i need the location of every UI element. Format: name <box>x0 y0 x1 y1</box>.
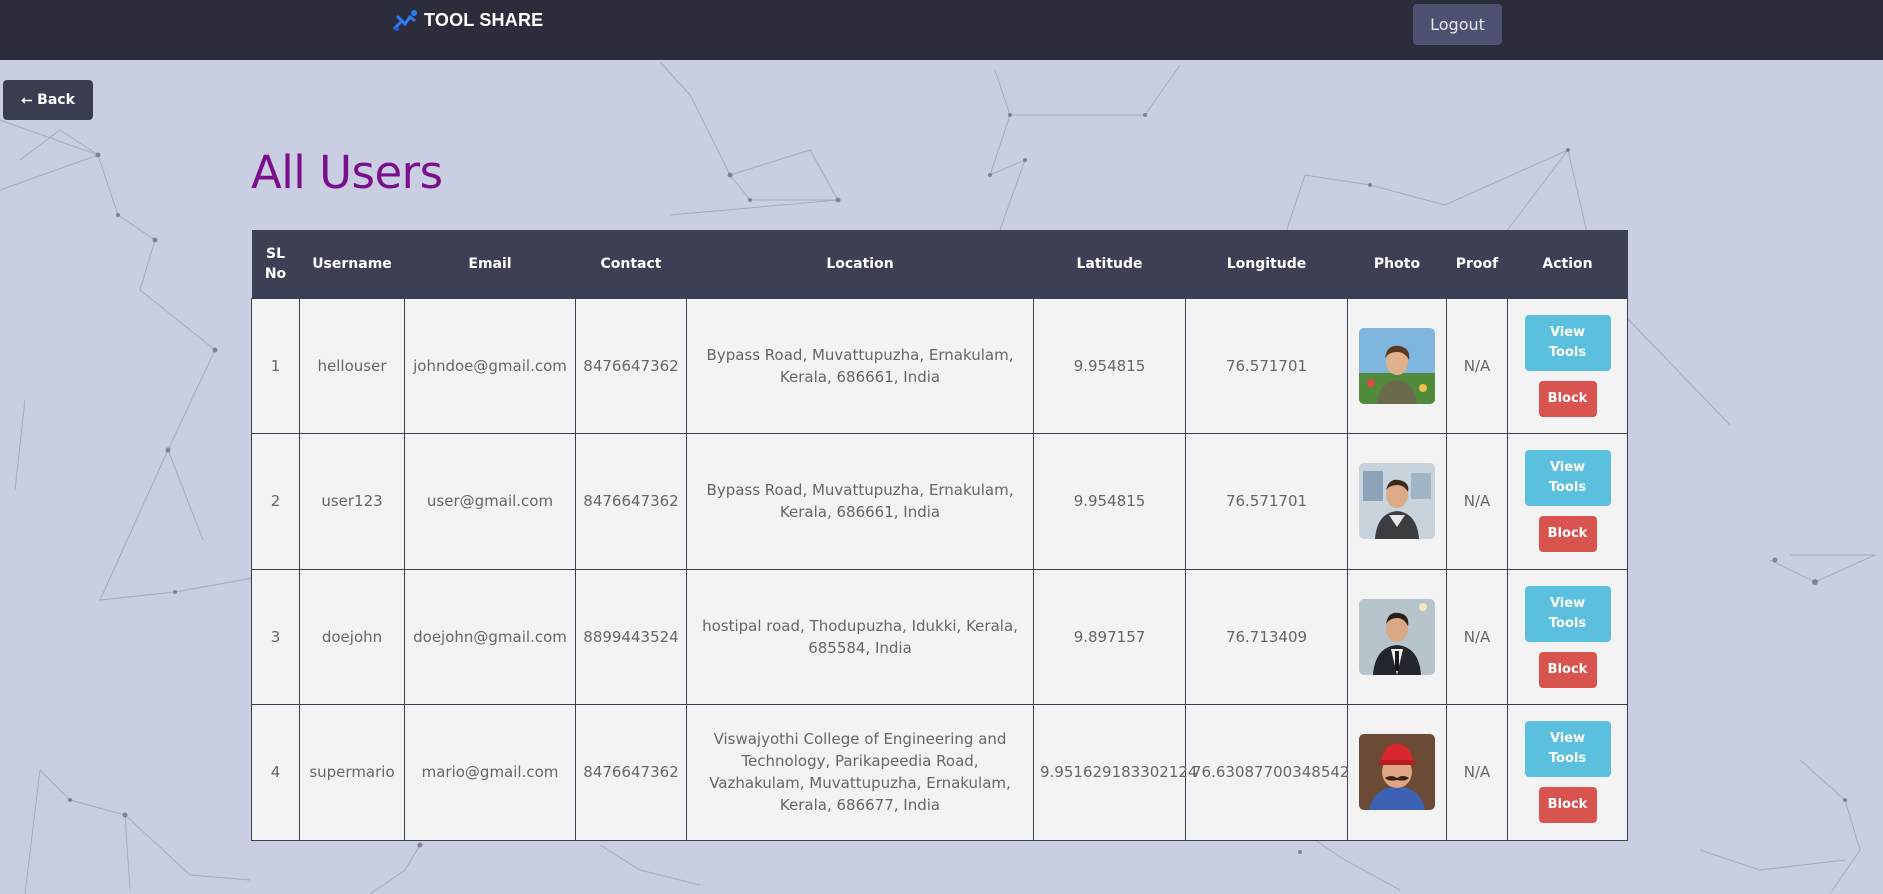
cell-longitude: 76.713409 <box>1185 568 1348 705</box>
block-button[interactable]: Block <box>1538 651 1597 688</box>
cell-photo <box>1347 297 1447 434</box>
cell-email: user@gmail.com <box>404 433 576 570</box>
table-row: 2 user123 user@gmail.com 8476647362 Bypa… <box>251 433 1628 570</box>
cell-proof: N/A <box>1446 704 1508 841</box>
cell-sl-no: 3 <box>251 568 300 705</box>
cell-proof: N/A <box>1446 433 1508 570</box>
logout-button[interactable]: Logout <box>1413 4 1502 45</box>
cell-longitude: 76.571701 <box>1185 297 1348 434</box>
cell-location: Bypass Road, Muvattupuzha, Ernakulam, Ke… <box>686 297 1034 434</box>
cell-latitude: 9.954815 <box>1033 433 1186 570</box>
user-photo[interactable] <box>1359 327 1435 404</box>
view-tools-button[interactable]: View Tools <box>1524 721 1611 778</box>
user-photo[interactable] <box>1359 463 1435 540</box>
cell-email: johndoe@gmail.com <box>404 297 576 434</box>
cell-contact: 8476647362 <box>575 433 687 570</box>
table-row: 3 doejohn doejohn@gmail.com 8899443524 h… <box>251 568 1628 705</box>
cell-email: mario@gmail.com <box>404 704 576 841</box>
cell-sl-no: 2 <box>251 433 300 570</box>
cell-location: Viswajyothi College of Engineering and T… <box>686 704 1034 841</box>
tool-share-logo-icon <box>393 10 417 31</box>
view-tools-button[interactable]: View Tools <box>1524 314 1611 371</box>
cell-longitude: 76.63087700348542 <box>1185 704 1349 841</box>
users-table: SL No Username Email Contact Location La… <box>251 230 1628 841</box>
cell-latitude: 9.954815 <box>1033 297 1186 434</box>
header-latitude: Latitude <box>1033 230 1186 298</box>
cell-photo <box>1347 433 1447 570</box>
header-username: Username <box>299 230 405 298</box>
cell-proof: N/A <box>1446 568 1508 705</box>
header-action: Action <box>1507 230 1628 298</box>
cell-username: supermario <box>299 704 405 841</box>
back-button[interactable]: ⭠ Back <box>3 80 93 120</box>
header-photo: Photo <box>1347 230 1447 298</box>
header-longitude: Longitude <box>1185 230 1348 298</box>
user-photo[interactable] <box>1359 598 1435 675</box>
cell-action: View Tools Block <box>1507 568 1628 705</box>
cell-contact: 8899443524 <box>575 568 687 705</box>
cell-location: hostipal road, Thodupuzha, Idukki, Keral… <box>686 568 1034 705</box>
header-sl-no: SL No <box>251 230 300 298</box>
table-row: 1 hellouser johndoe@gmail.com 8476647362… <box>251 297 1628 434</box>
cell-action: View Tools Block <box>1507 433 1628 570</box>
top-navbar: TOOL SHARE Logout <box>0 0 1883 60</box>
user-photo[interactable] <box>1359 734 1435 811</box>
block-button[interactable]: Block <box>1538 380 1597 417</box>
cell-latitude: 9.897157 <box>1033 568 1186 705</box>
cell-username: doejohn <box>299 568 405 705</box>
page-title: All Users <box>251 146 443 199</box>
cell-photo <box>1347 704 1447 841</box>
cell-proof: N/A <box>1446 297 1508 434</box>
view-tools-button[interactable]: View Tools <box>1524 585 1611 642</box>
cell-username: user123 <box>299 433 405 570</box>
cell-photo <box>1347 568 1447 705</box>
block-button[interactable]: Block <box>1538 787 1597 824</box>
cell-action: View Tools Block <box>1507 297 1628 434</box>
table-header-row: SL No Username Email Contact Location La… <box>251 230 1628 298</box>
brand-logo[interactable]: TOOL SHARE <box>392 7 543 33</box>
cell-location: Bypass Road, Muvattupuzha, Ernakulam, Ke… <box>686 433 1034 570</box>
header-contact: Contact <box>575 230 687 298</box>
brand-name: TOOL SHARE <box>424 9 544 30</box>
cell-sl-no: 4 <box>251 704 300 841</box>
table-row: 4 supermario mario@gmail.com 8476647362 … <box>251 704 1628 841</box>
cell-contact: 8476647362 <box>575 704 687 841</box>
header-proof: Proof <box>1446 230 1508 298</box>
cell-email: doejohn@gmail.com <box>404 568 576 705</box>
cell-latitude: 9.951629183302124 <box>1033 704 1197 841</box>
cell-sl-no: 1 <box>251 297 300 434</box>
cell-username: hellouser <box>299 297 405 434</box>
cell-contact: 8476647362 <box>575 297 687 434</box>
cell-longitude: 76.571701 <box>1185 433 1348 570</box>
view-tools-button[interactable]: View Tools <box>1524 450 1611 507</box>
cell-action: View Tools Block <box>1507 704 1628 841</box>
header-location: Location <box>686 230 1034 298</box>
header-email: Email <box>404 230 576 298</box>
block-button[interactable]: Block <box>1538 516 1597 553</box>
